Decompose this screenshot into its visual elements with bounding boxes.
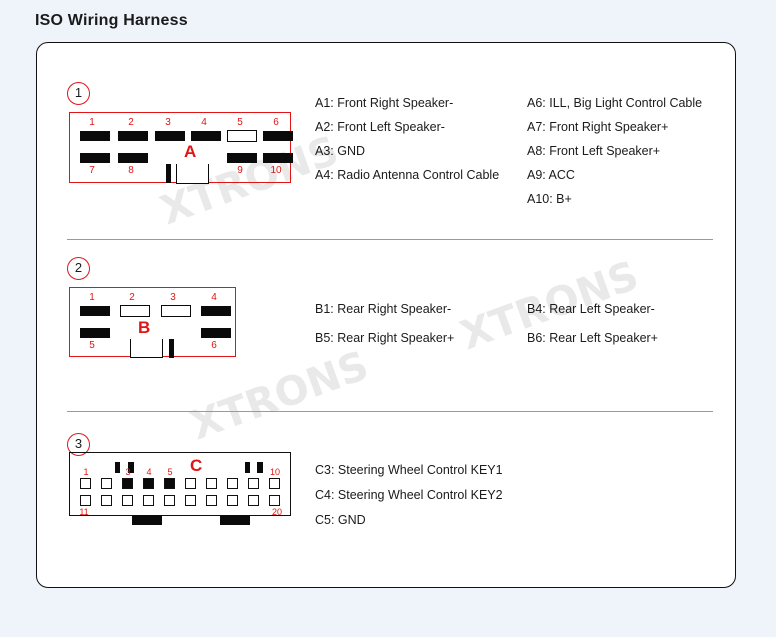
pin-socket: [227, 478, 238, 489]
pin-number: 2: [128, 117, 134, 128]
pin-description: B4: Rear Left Speaker-: [527, 302, 655, 316]
pin-socket: [101, 495, 112, 506]
pin-number: 8: [128, 165, 134, 176]
pin-socket: [122, 495, 133, 506]
pin-number: 6: [211, 340, 217, 351]
keying-tab-icon: [169, 339, 174, 358]
pin-number: 5: [167, 467, 173, 477]
pin-blade: [201, 328, 231, 338]
diagram-card: XTRONS XTRONS XTRONS 1 1 2 3 4 5 6 7 8 9…: [36, 42, 736, 588]
section-badge-1: 1: [67, 82, 90, 105]
pin-number: 10: [270, 165, 282, 176]
pin-blade: [80, 153, 110, 163]
pin-number: 2: [129, 292, 135, 303]
pin-number: 5: [89, 340, 95, 351]
pin-socket: [248, 495, 259, 506]
pin-socket: [80, 478, 91, 489]
harness-section-2: 2 1 2 3 4 5 6 B B1: Rear Right Speaker- …: [37, 239, 735, 411]
pin-description: C4: Steering Wheel Control KEY2: [315, 488, 503, 502]
pin-socket: [269, 478, 280, 489]
pin-blade: [155, 131, 185, 141]
pin-number: 4: [211, 292, 217, 303]
pin-blade: [80, 328, 110, 338]
pin-blade: [227, 153, 257, 163]
keying-notch-icon: [176, 164, 209, 184]
connector-group-label: C: [190, 456, 203, 475]
keying-notch-icon: [130, 339, 163, 358]
pin-number: 1: [89, 292, 95, 303]
section-divider: [67, 239, 713, 240]
pin-description: C5: GND: [315, 513, 366, 527]
pin-socket: [80, 495, 91, 506]
pin-socket: [122, 478, 133, 489]
pin-description: C3: Steering Wheel Control KEY1: [315, 463, 503, 477]
pin-blade: [263, 153, 293, 163]
pin-blade: [227, 130, 257, 142]
pin-description: B5: Rear Right Speaker+: [315, 331, 455, 345]
pin-socket: [164, 495, 175, 506]
pin-number: 4: [201, 117, 207, 128]
pin-description: A6: ILL, Big Light Control Cable: [527, 96, 703, 110]
pin-number: 11: [79, 507, 89, 517]
connector-a: 1 2 3 4 5 6 7 8 9 10 A: [69, 112, 293, 184]
keying-tab-icon: [220, 515, 250, 525]
pin-socket: [143, 495, 154, 506]
connector-c: 1 3 4 5 10 11 20 C: [69, 452, 291, 517]
connector-group-label: A: [184, 142, 197, 161]
pin-description: A3: GND: [315, 144, 366, 158]
pin-number: 4: [146, 467, 152, 477]
harness-section-1: 1 1 2 3 4 5 6 7 8 9 10 A A1: Front Right…: [37, 43, 735, 239]
pin-number: 7: [89, 165, 95, 176]
pin-description: A1: Front Right Speaker-: [315, 96, 454, 110]
pin-number: 10: [269, 467, 280, 477]
pin-blade: [118, 153, 148, 163]
connector-b: 1 2 3 4 5 6 B: [69, 287, 236, 358]
pin-blade: [201, 306, 231, 316]
pin-description: A8: Front Left Speaker+: [527, 144, 661, 158]
pin-number: 6: [273, 117, 279, 128]
pin-description: A4: Radio Antenna Control Cable: [315, 168, 500, 182]
pin-socket: [269, 495, 280, 506]
pin-socket: [206, 495, 217, 506]
pin-blade: [161, 305, 191, 317]
keying-tab-icon: [132, 515, 162, 525]
pin-description: B1: Rear Right Speaker-: [315, 302, 452, 316]
pin-number: 3: [170, 292, 176, 303]
pin-blade: [263, 131, 293, 141]
pin-number: 3: [125, 467, 131, 477]
section-divider: [67, 411, 713, 412]
pin-blade: [191, 131, 221, 141]
pin-description: B6: Rear Left Speaker+: [527, 331, 658, 345]
pin-blade: [120, 305, 150, 317]
pin-socket: [101, 478, 112, 489]
pin-number: 1: [83, 467, 89, 477]
pin-number: 1: [89, 117, 95, 128]
pin-blade: [118, 131, 148, 141]
pin-number: 9: [237, 165, 243, 176]
pin-description: A2: Front Left Speaker-: [315, 120, 445, 134]
pin-socket: [185, 495, 196, 506]
harness-section-3: 3 1 3 4 5 10 11 20 C C3: Steering Wheel …: [37, 411, 735, 587]
connector-group-label: B: [138, 318, 151, 337]
section-badge-2: 2: [67, 257, 90, 280]
pin-socket: [164, 478, 175, 489]
pin-description: A10: B+: [527, 192, 572, 206]
pin-socket: [206, 478, 217, 489]
pin-number: 3: [165, 117, 171, 128]
pin-socket: [227, 495, 238, 506]
pin-number: 5: [237, 117, 243, 128]
pin-number: 20: [271, 507, 282, 517]
page-title: ISO Wiring Harness: [35, 12, 188, 29]
pin-socket: [143, 478, 154, 489]
pin-blade: [80, 306, 110, 316]
pin-description: A9: ACC: [527, 168, 575, 182]
pin-blade: [80, 131, 110, 141]
pin-description: A7: Front Right Speaker+: [527, 120, 669, 134]
keying-tab-icon: [166, 164, 171, 183]
pin-socket: [248, 478, 259, 489]
pin-socket: [185, 478, 196, 489]
